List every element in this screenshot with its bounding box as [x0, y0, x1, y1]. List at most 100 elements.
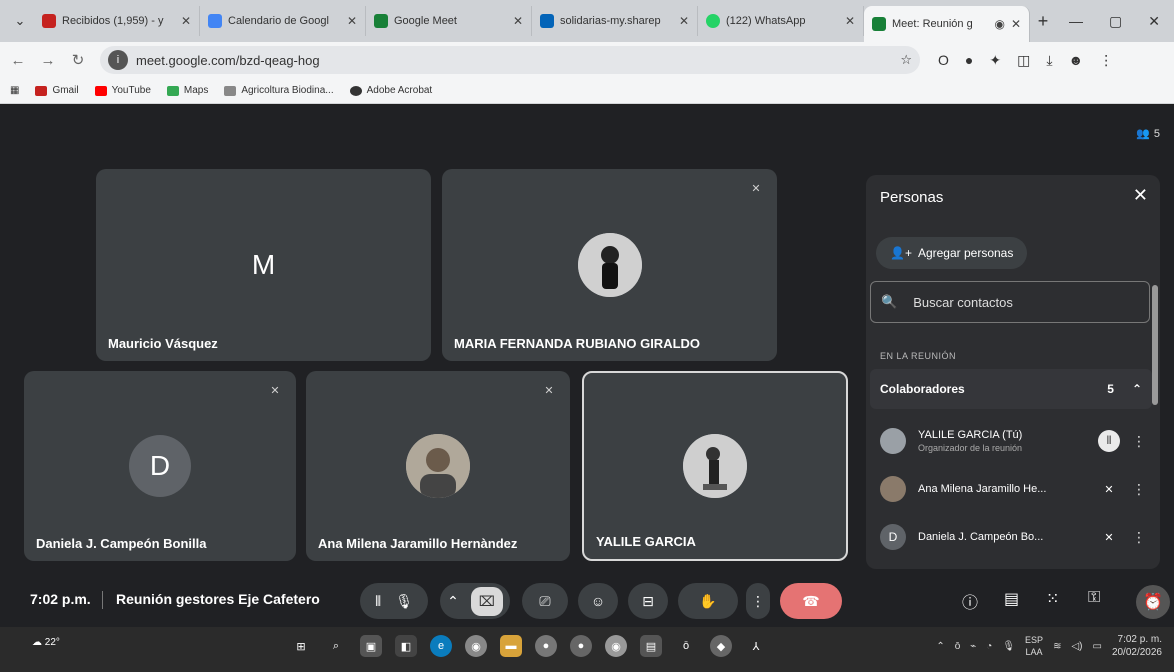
emoji-icon: ☺ [590, 593, 606, 609]
video-tile-yalile[interactable]: YALILE GARCIA [582, 371, 848, 561]
window-controls: — ▢ ✕ [1069, 13, 1174, 30]
more-options-button[interactable]: ⋮ [746, 583, 770, 619]
video-tile-mauricio[interactable]: M Mauricio Vásquez [96, 169, 431, 361]
extension-icon[interactable]: ● [965, 52, 973, 69]
volume-icon[interactable]: ◁) [1071, 641, 1082, 652]
scrollbar[interactable] [1152, 285, 1158, 405]
video-tile-ana[interactable]: ✕ Ana Milena Jaramillo Hernàndez [306, 371, 570, 561]
onedrive-icon[interactable]: ō [955, 641, 961, 652]
network-icon[interactable]: ⌁ [970, 641, 976, 652]
app-icon[interactable]: ◆ [710, 635, 732, 657]
camera-button[interactable]: ⌃ ⌧ [440, 583, 510, 619]
avatar [880, 476, 906, 502]
host-controls-icon[interactable]: ⚿ [1088, 589, 1100, 607]
tab-meet-active[interactable]: Meet: Reunión g ◉ ✕ [864, 6, 1030, 42]
section-label: EN LA REUNIÓN [880, 351, 957, 361]
reactions-button[interactable]: ☺ [578, 583, 618, 619]
widgets-icon[interactable]: ◧ [395, 635, 417, 657]
apps-grid-icon[interactable]: ▦ [10, 85, 19, 96]
close-icon[interactable]: ✕ [845, 14, 855, 28]
bookmark-gmail[interactable]: Gmail [35, 85, 79, 96]
opera-icon[interactable]: O [938, 52, 949, 69]
back-icon[interactable]: ← [10, 52, 26, 69]
download-icon[interactable]: ⤓ [1046, 52, 1052, 69]
file-explorer-icon[interactable]: ▬ [500, 635, 522, 657]
forward-icon[interactable]: → [40, 52, 56, 69]
minimize-icon[interactable]: — [1069, 13, 1083, 30]
more-options-icon[interactable]: ⋮ [1132, 529, 1146, 546]
tab-whatsapp[interactable]: (122) WhatsApp ✕ [698, 6, 864, 36]
group-count: 5 [1107, 382, 1114, 396]
app-icon[interactable]: ● [570, 635, 592, 657]
bookmark-youtube[interactable]: YouTube [94, 85, 151, 96]
puzzle-icon[interactable]: ◫ [1017, 52, 1030, 69]
participant-count[interactable]: 👥 5 [1136, 127, 1160, 141]
task-view-icon[interactable]: ▣ [360, 635, 382, 657]
profile-icon[interactable]: ☻ [1069, 52, 1084, 69]
add-people-button[interactable]: 👤+ Agregar personas [876, 237, 1028, 269]
list-item[interactable]: Ana Milena Jaramillo He... ✕ ⋮ [870, 465, 1152, 513]
audio-level-icon: ⦀ [375, 592, 382, 609]
chrome-icon[interactable]: ◉ [465, 635, 487, 657]
language-indicator[interactable]: ESP LAA [1025, 634, 1043, 658]
new-tab-button[interactable]: + [1030, 11, 1056, 32]
video-tile-maria[interactable]: ✕ MARIA FERNANDA RUBIANO GIRALDO [442, 169, 777, 361]
restore-icon[interactable]: ▢ [1109, 13, 1122, 30]
clock[interactable]: 7:02 p. m. 20/02/2026 [1112, 633, 1162, 659]
captions-button[interactable]: ⊟ [628, 583, 668, 619]
list-item[interactable]: D Daniela J. Campeón Bo... ✕ ⋮ [870, 513, 1152, 561]
tab-calendar[interactable]: Calendario de Googl ✕ [200, 6, 366, 36]
leave-call-button[interactable]: ☎ [780, 583, 842, 619]
site-info-icon[interactable]: i [108, 50, 128, 70]
bookmark-agricoltura[interactable]: Agricoltura Biodina... [224, 85, 334, 96]
people-icon: 👥 [1136, 128, 1150, 140]
edge-icon[interactable]: e [430, 635, 452, 657]
url-field[interactable]: i meet.google.com/bzd-qeag-hog ☆ [100, 46, 920, 74]
more-options-icon[interactable]: ⋮ [1132, 481, 1146, 498]
close-icon[interactable]: ✕ [181, 14, 191, 28]
more-options-icon[interactable]: ⋮ [1132, 433, 1146, 450]
record-icon: ◉ [994, 17, 1005, 31]
battery-icon[interactable]: ▭ [1092, 641, 1101, 652]
close-window-icon[interactable]: ✕ [1148, 13, 1160, 30]
chat-icon[interactable]: ▤ [1004, 589, 1019, 609]
close-icon[interactable]: ✕ [1011, 17, 1021, 31]
acrobat-icon[interactable]: ⅄ [745, 635, 767, 657]
tab-google-meet[interactable]: Google Meet ✕ [366, 6, 532, 36]
raise-hand-button[interactable]: ✋ [678, 583, 738, 619]
bookmark-star-icon[interactable]: ☆ [900, 52, 912, 68]
search-icon[interactable]: ⌕ [325, 635, 347, 657]
reload-icon[interactable]: ↻ [70, 51, 86, 69]
app-tray-icon[interactable]: ◔ [986, 641, 992, 652]
bookmark-adobe[interactable]: Adobe Acrobat [349, 85, 432, 96]
close-icon[interactable]: ✕ [1133, 185, 1148, 206]
timer-icon[interactable]: ⏰ [1136, 585, 1170, 619]
close-icon[interactable]: ✕ [513, 14, 523, 28]
app-icon[interactable]: ▤ [640, 635, 662, 657]
info-icon[interactable]: ⓘ [962, 589, 978, 613]
video-tile-daniela[interactable]: ✕ D Daniela J. Campeón Bonilla [24, 371, 296, 561]
app-icon[interactable]: ● [535, 635, 557, 657]
menu-icon[interactable]: ⋮ [1099, 52, 1113, 69]
bookmark-maps[interactable]: Maps [166, 85, 208, 96]
search-contacts-input[interactable]: 🔍 Buscar contactos [870, 281, 1150, 323]
windows-start-icon[interactable]: ⊞ [290, 635, 312, 657]
pin-icon[interactable]: ✦ [989, 52, 1001, 69]
collaborators-group[interactable]: Colaboradores 5 ⌃ [870, 369, 1152, 409]
chevron-up-icon[interactable]: ⌃ [936, 641, 944, 652]
list-item[interactable]: YALILE GARCIA (Tú) Organizador de la reu… [870, 417, 1152, 465]
tab-search-icon[interactable]: ⌄ [6, 7, 34, 35]
close-icon[interactable]: ✕ [679, 14, 689, 28]
chevron-up-icon: ⌃ [1131, 382, 1142, 396]
outlook-icon[interactable]: ō [675, 635, 697, 657]
mic-tray-icon[interactable]: 🎙 [1002, 641, 1015, 652]
wifi-icon[interactable]: ≋ [1053, 641, 1061, 652]
tab-sharepoint[interactable]: solidarias-my.sharep ✕ [532, 6, 698, 36]
mic-button[interactable]: ⦀ 🎙 [360, 583, 428, 619]
chrome-icon[interactable]: ◉ [605, 635, 627, 657]
close-icon[interactable]: ✕ [347, 14, 357, 28]
activities-icon[interactable]: ⁙ [1046, 589, 1059, 609]
weather-widget[interactable]: ☁ 22° [32, 637, 60, 648]
tab-gmail[interactable]: Recibidos (1,959) - y ✕ [34, 6, 200, 36]
present-button[interactable]: ⎚ [522, 583, 568, 619]
